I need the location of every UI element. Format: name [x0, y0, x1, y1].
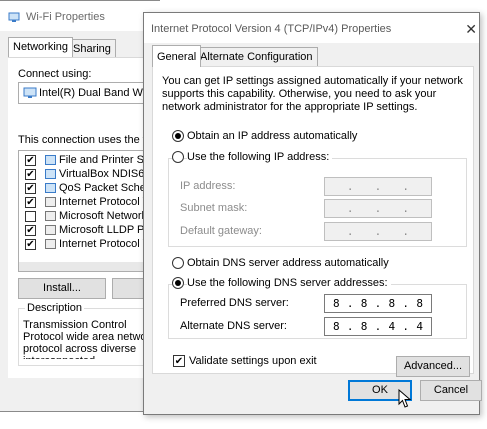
install-button[interactable]: Install... — [18, 278, 106, 299]
general-panel: You can get IP settings assigned automat… — [152, 66, 474, 377]
default-gateway-field[interactable]: ... — [324, 222, 432, 241]
wifi-window-title: Wi-Fi Properties — [26, 11, 105, 23]
preferred-dns-field[interactable]: 8. 8. 8. 8 — [324, 294, 432, 313]
connection-uses-label: This connection uses the following items… — [18, 134, 160, 146]
tab-general[interactable]: General — [152, 45, 202, 67]
component-checkbox[interactable]: ✔ — [25, 155, 36, 166]
component-checkbox[interactable]: ✔ — [25, 225, 36, 236]
ipv4-properties-dialog: Internet Protocol Version 4 (TCP/IPv4) P… — [143, 12, 482, 415]
tab-networking[interactable]: Networking — [8, 37, 74, 57]
validate-label: Validate settings upon exit — [189, 355, 317, 367]
subnet-mask-label: Subnet mask: — [180, 202, 248, 214]
alternate-dns-octet-4: 4 — [416, 320, 423, 333]
intro-text: You can get IP settings assigned automat… — [162, 75, 463, 113]
ip-address-label: IP address: — [180, 180, 236, 192]
preferred-dns-octet-1: 8 — [332, 297, 340, 310]
use-following-dns-label: Use the following DNS server addresses: — [187, 277, 391, 289]
ip-address-field[interactable]: ... — [324, 177, 432, 196]
preferred-dns-octet-2: 8 — [360, 297, 368, 310]
description-text: Transmission Control Protocol wide area … — [23, 319, 156, 359]
description-label: Description — [25, 302, 85, 314]
use-following-dns-radio[interactable] — [172, 277, 184, 289]
tab-alternate-configuration[interactable]: Alternate Configuration — [195, 47, 318, 66]
component-icon — [45, 225, 56, 235]
tab-sharing[interactable]: Sharing — [68, 39, 116, 57]
wifi-titlebar: Wi-Fi Properties — [0, 1, 160, 31]
alternate-dns-octet-2: 8 — [360, 320, 368, 333]
component-checkbox[interactable]: ✔ — [25, 197, 36, 208]
preferred-dns-label: Preferred DNS server: — [180, 297, 289, 309]
use-following-ip-label: Use the following IP address: — [187, 151, 333, 163]
alternate-dns-octet-3: 4 — [388, 320, 396, 333]
connect-using-label: Connect using: — [18, 68, 92, 80]
adapter-icon — [23, 87, 37, 98]
component-icon — [45, 169, 56, 179]
validate-checkbox[interactable]: ✔ — [173, 355, 185, 367]
wifi-networking-panel: Connect using: Intel(R) Dual Band Wirele… — [8, 57, 172, 378]
obtain-ip-auto-radio[interactable] — [172, 130, 184, 142]
component-icon — [45, 211, 56, 221]
alternate-dns-octet-1: 8 — [332, 320, 340, 333]
wifi-properties-window: Wi-Fi Properties Networking Sharing Conn… — [0, 0, 172, 412]
preferred-dns-octet-3: 8 — [388, 297, 396, 310]
alternate-dns-field[interactable]: 8. 8. 4. 4 — [324, 317, 432, 336]
obtain-ip-auto-label: Obtain an IP address automatically — [187, 130, 358, 142]
component-icon — [45, 239, 56, 249]
advanced-button[interactable]: Advanced... — [396, 356, 470, 377]
component-icon — [45, 197, 56, 207]
component-checkbox[interactable] — [25, 211, 36, 222]
use-following-ip-radio[interactable] — [172, 151, 184, 163]
obtain-dns-auto-radio[interactable] — [172, 257, 184, 269]
component-icon — [45, 155, 56, 165]
component-icon — [45, 183, 56, 193]
network-icon — [8, 12, 20, 22]
component-checkbox[interactable]: ✔ — [25, 169, 36, 180]
component-checkbox[interactable]: ✔ — [25, 239, 36, 250]
alternate-dns-label: Alternate DNS server: — [180, 320, 287, 332]
dialog-title: Internet Protocol Version 4 (TCP/IPv4) P… — [151, 23, 392, 35]
close-icon[interactable]: ✕ — [465, 21, 477, 38]
default-gateway-label: Default gateway: — [180, 225, 262, 237]
obtain-dns-auto-label: Obtain DNS server address automatically — [187, 257, 389, 269]
dialog-titlebar: Internet Protocol Version 4 (TCP/IPv4) P… — [144, 13, 479, 43]
preferred-dns-octet-4: 8 — [416, 297, 423, 310]
component-checkbox[interactable]: ✔ — [25, 183, 36, 194]
cancel-button[interactable]: Cancel — [420, 380, 482, 401]
mouse-pointer-icon — [398, 389, 412, 408]
subnet-mask-field[interactable]: ... — [324, 199, 432, 218]
